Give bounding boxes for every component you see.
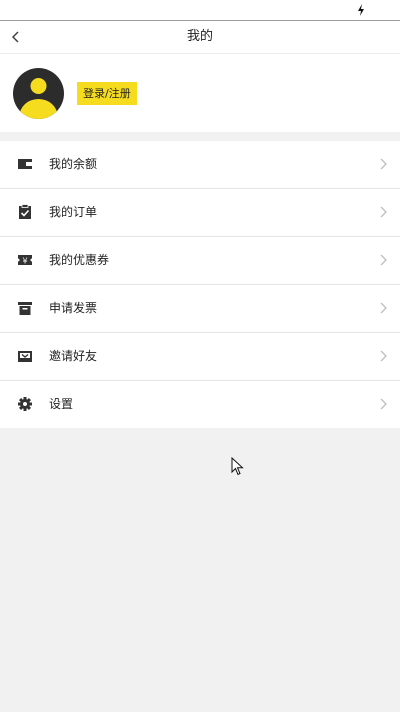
menu-item-invoice[interactable]: 申请发票	[0, 285, 400, 333]
wallet-icon	[18, 159, 32, 169]
menu-item-coupons[interactable]: ¥ 我的优惠券	[0, 237, 400, 285]
menu-item-settings[interactable]: 设置	[0, 381, 400, 428]
gear-icon	[18, 397, 32, 411]
menu-item-label: 邀请好友	[49, 349, 98, 363]
coupon-icon: ¥	[18, 255, 32, 266]
login-register-button[interactable]: 登录/注册	[77, 82, 137, 105]
menu-item-invite[interactable]: 邀请好友	[0, 333, 400, 381]
menu-item-label: 申请发票	[49, 301, 98, 315]
chevron-right-icon	[380, 302, 387, 314]
chevron-right-icon	[380, 158, 387, 170]
page-title: 我的	[186, 29, 213, 44]
user-avatar-icon	[19, 78, 58, 119]
invite-mail-icon	[18, 351, 32, 362]
status-bar	[0, 0, 400, 21]
mouse-cursor-icon	[231, 457, 244, 476]
avatar[interactable]	[13, 68, 64, 119]
menu-item-label: 设置	[49, 397, 74, 411]
menu-item-label: 我的订单	[49, 205, 98, 219]
menu-item-label: 我的优惠券	[49, 253, 110, 267]
menu-item-label: 我的余额	[49, 157, 98, 171]
section-divider	[0, 132, 400, 141]
invoice-icon	[18, 302, 32, 315]
nav-bar: 我的	[0, 21, 400, 54]
svg-text:¥: ¥	[22, 257, 27, 266]
menu-list: 我的余额 我的订单 ¥ 我的优惠券 申请发票 邀请好友 设置	[0, 141, 400, 428]
menu-item-balance[interactable]: 我的余额	[0, 141, 400, 189]
chevron-right-icon	[380, 350, 387, 362]
charging-icon	[358, 4, 364, 16]
chevron-right-icon	[380, 206, 387, 218]
clipboard-check-icon	[19, 204, 31, 219]
chevron-right-icon	[380, 254, 387, 266]
profile-section: 登录/注册	[0, 54, 400, 132]
chevron-right-icon	[380, 398, 387, 410]
menu-item-orders[interactable]: 我的订单	[0, 189, 400, 237]
